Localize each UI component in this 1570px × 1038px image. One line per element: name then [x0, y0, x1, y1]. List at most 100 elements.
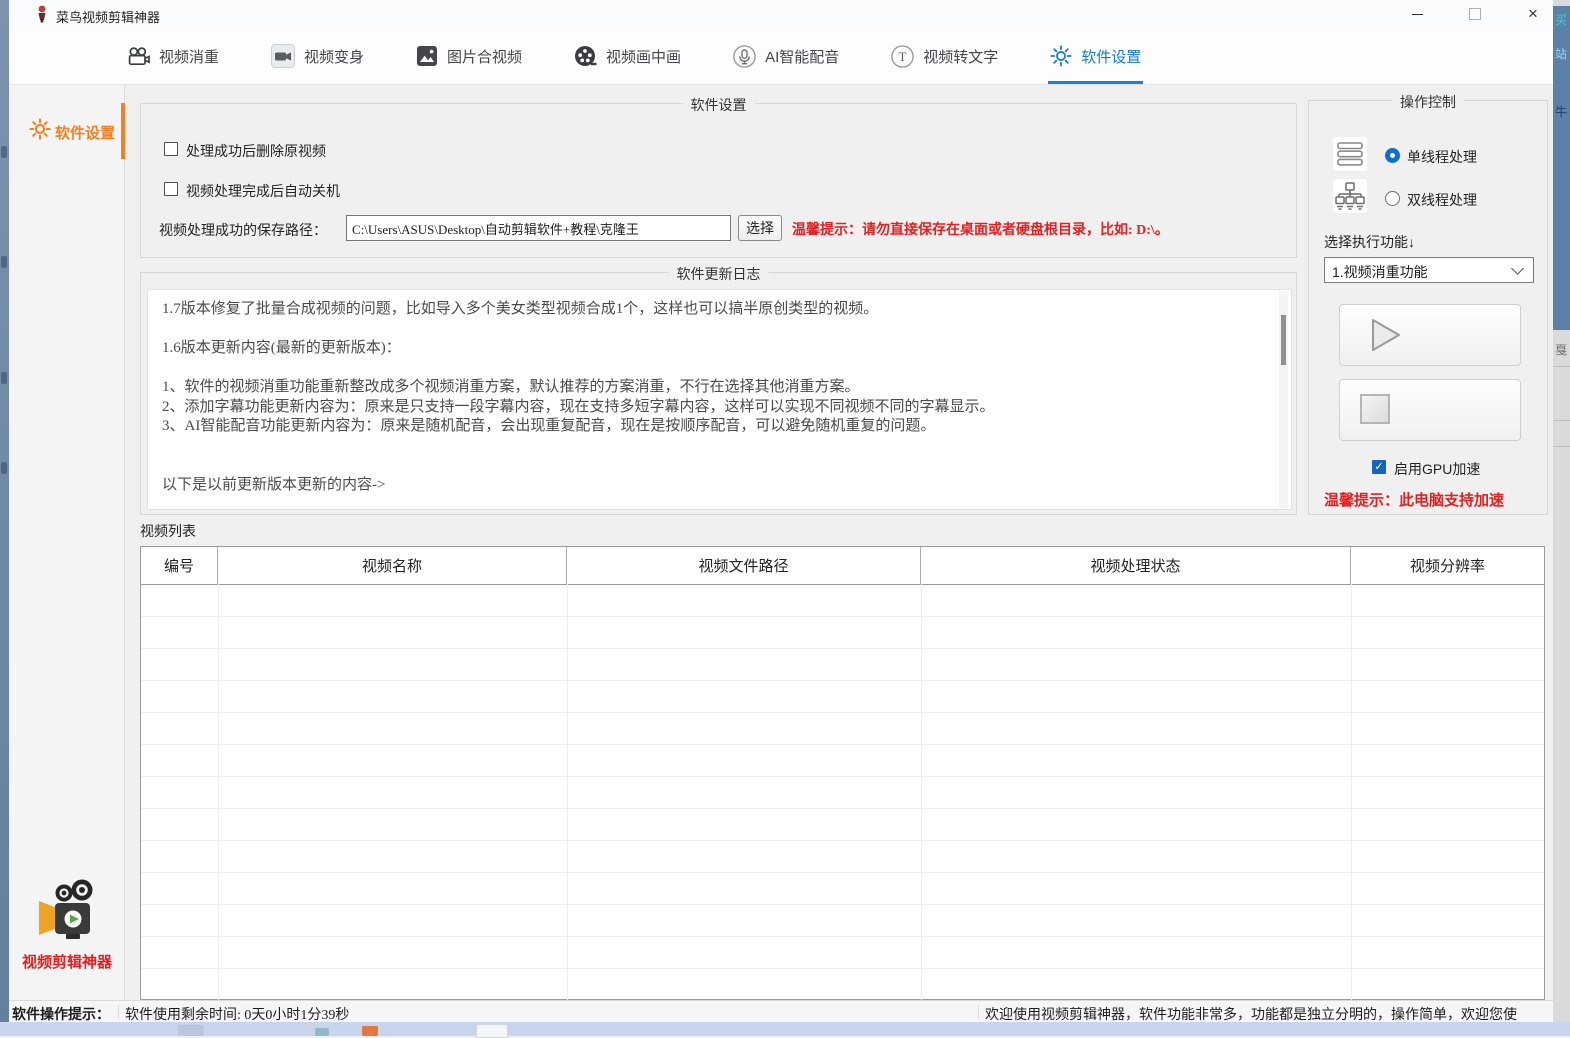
save-path-label: 视频处理成功的保存路径：: [159, 220, 327, 240]
column-divider: [921, 584, 922, 1000]
app-icon: [34, 5, 50, 23]
function-select-value: 1.视频消重功能: [1332, 262, 1428, 282]
groupbox-title: 操作控制: [1392, 92, 1464, 112]
control-panel-groupbox: 操作控制 单线程处理 双线程处理 选择执行功能↓ 1.视频消重功能: [1308, 100, 1548, 515]
remaining-time: 软件使用剩余时间: 0天0小时1分39秒: [125, 1004, 349, 1024]
tab-label: 图片合视频: [447, 46, 522, 67]
table-row: [141, 873, 1544, 905]
table-row: [141, 681, 1544, 713]
single-thread-radio[interactable]: [1385, 148, 1400, 163]
tab-label: 视频转文字: [923, 46, 998, 67]
tab-video-dedupe[interactable]: 视频消重: [127, 28, 219, 84]
changelog-groupbox: 软件更新日志 1.7版本修复了批量合成视频的问题，比如导入多个美女类型视频合成1…: [140, 272, 1297, 515]
tab-label: 视频变身: [304, 46, 364, 67]
desktop-icon-fragment: [1, 372, 7, 384]
table-header-row: 编号 视频名称 视频文件路径 视频处理状态 视频分辨率: [141, 547, 1544, 585]
taskbar-icon-fragment: [362, 1026, 378, 1036]
dual-thread-radio[interactable]: [1385, 191, 1400, 206]
column-divider: [1351, 584, 1352, 1000]
table-row: [141, 617, 1544, 649]
tab-label: 视频消重: [159, 46, 219, 67]
status-divider: [118, 1005, 119, 1019]
single-thread-icon: [1333, 137, 1367, 171]
background-text-fragment: 站: [1555, 48, 1567, 60]
dual-thread-label: 双线程处理: [1407, 190, 1477, 210]
title-bar: 菜鸟视频剪辑神器 ×: [9, 0, 1553, 28]
minimize-button[interactable]: [1395, 0, 1439, 28]
status-bar: 软件操作提示： 软件使用剩余时间: 0天0小时1分39秒 欢迎使用视频剪辑神器，…: [9, 1000, 1553, 1022]
groupbox-title: 软件更新日志: [669, 264, 769, 284]
column-divider: [218, 584, 219, 1000]
video-list-table: 编号 视频名称 视频文件路径 视频处理状态 视频分辨率: [140, 546, 1545, 1000]
tab-video-to-text[interactable]: T 视频转文字: [891, 28, 998, 84]
column-header-status[interactable]: 视频处理状态: [921, 547, 1351, 584]
sidebar-item-label: 软件设置: [55, 122, 115, 143]
gpu-note: 温馨提示：此电脑支持加速: [1324, 489, 1504, 510]
stop-button[interactable]: [1339, 379, 1521, 441]
svg-text:T: T: [899, 49, 907, 64]
close-icon: ×: [1528, 0, 1538, 28]
sidebar: 软件设置 视频剪辑神器: [9, 85, 125, 1000]
tab-ai-dubbing[interactable]: AI智能配音: [733, 28, 839, 84]
table-row: [141, 937, 1544, 969]
scrollbar-track[interactable]: [1279, 291, 1288, 508]
minimize-icon: [1412, 14, 1423, 15]
tab-image-to-video[interactable]: 图片合视频: [416, 28, 522, 84]
tab-video-pip[interactable]: 视频画中画: [574, 28, 681, 84]
desktop-icon-fragment: [1, 146, 7, 158]
auto-shutdown-checkbox[interactable]: [164, 182, 178, 196]
changelog-textarea[interactable]: 1.7版本修复了批量合成视频的问题，比如导入多个美女类型视频合成1个，这样也可以…: [147, 289, 1292, 510]
select-function-label: 选择执行功能↓: [1324, 232, 1415, 252]
delete-original-checkbox[interactable]: [164, 142, 178, 156]
maximize-button[interactable]: [1453, 0, 1497, 28]
desktop-right-edge: 买 站 牛 戛: [1553, 0, 1570, 1036]
background-text-fragment: 戛: [1555, 344, 1567, 356]
choose-path-button[interactable]: 选择: [738, 215, 782, 241]
table-row: [141, 649, 1544, 681]
movie-camera-icon: [127, 46, 150, 67]
background-line: [1553, 420, 1570, 421]
microphone-icon: [733, 45, 756, 68]
logo-label: 视频剪辑神器: [9, 951, 125, 972]
start-button[interactable]: [1339, 304, 1521, 366]
delete-original-label: 处理成功后删除原视频: [186, 141, 326, 161]
chevron-down-icon: [1511, 262, 1524, 275]
table-row: [141, 745, 1544, 777]
single-thread-label: 单线程处理: [1407, 147, 1477, 167]
letter-t-icon: T: [891, 45, 914, 68]
scrollbar-thumb[interactable]: [1281, 315, 1286, 365]
gpu-checkbox[interactable]: ✓: [1372, 460, 1386, 474]
tab-label: AI智能配音: [765, 46, 839, 67]
maximize-icon: [1469, 8, 1481, 20]
desktop-icon-fragment: [1, 256, 7, 268]
film-reel-icon: [574, 45, 597, 67]
column-header-resolution[interactable]: 视频分辨率: [1351, 547, 1544, 584]
background-text-fragment: 牛: [1555, 106, 1567, 118]
save-path-input[interactable]: [346, 215, 731, 241]
desktop-left-edge: [0, 0, 9, 1036]
status-divider: [978, 1005, 979, 1019]
picture-icon: [416, 45, 438, 67]
column-header-index[interactable]: 编号: [141, 547, 218, 584]
status-prefix: 软件操作提示：: [12, 1004, 110, 1024]
taskbar-edge: [0, 1022, 1570, 1036]
background-line: [1553, 446, 1570, 447]
sidebar-item-software-settings[interactable]: 软件设置: [9, 103, 125, 159]
video-list-label: 视频列表: [140, 521, 196, 541]
groupbox-title: 软件设置: [683, 95, 755, 115]
taskbar-icon-fragment: [315, 1028, 329, 1036]
window-title: 菜鸟视频剪辑神器: [56, 7, 160, 26]
table-row: [141, 713, 1544, 745]
function-select[interactable]: 1.视频消重功能: [1324, 257, 1534, 283]
stop-icon: [1360, 394, 1390, 424]
tab-video-transform[interactable]: 视频变身: [271, 28, 364, 84]
close-button[interactable]: ×: [1513, 0, 1553, 28]
column-divider: [567, 584, 568, 1000]
tab-software-settings[interactable]: 软件设置: [1050, 28, 1141, 84]
column-header-path[interactable]: 视频文件路径: [567, 547, 921, 584]
table-row: [141, 905, 1544, 937]
app-logo-camera-icon: [35, 878, 99, 940]
column-header-name[interactable]: 视频名称: [218, 547, 567, 584]
gear-icon: [1050, 45, 1072, 67]
settings-groupbox: 软件设置 处理成功后删除原视频 视频处理完成后自动关机 视频处理成功的保存路径：…: [140, 103, 1297, 258]
